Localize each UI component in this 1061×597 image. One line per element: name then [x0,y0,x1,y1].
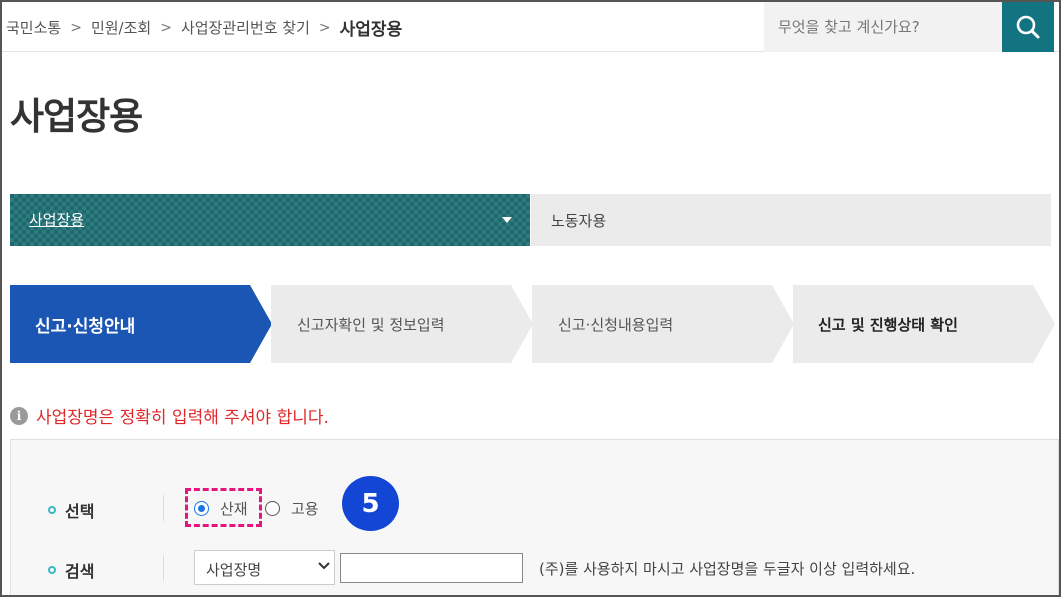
breadcrumb-item-home[interactable]: 국민소통 [6,17,61,38]
select-row-label-text: 선택 [65,502,95,521]
search-type-select[interactable]: 사업장명 [194,550,335,585]
tab-business-label: 사업장용 [29,211,85,229]
notice: i 사업장명은 정확히 입력해 주셔야 합니다. [10,403,329,428]
breadcrumb-separator: > [160,19,172,36]
page-frame: 국민소통 > 민원/조회 > 사업장관리번호 찾기 > 사업장용 사업장용 사업… [0,0,1061,597]
breadcrumb-separator: > [318,19,331,36]
tab-worker-label: 노동자용 [551,212,607,230]
radio-goyong-label[interactable]: 고용 [291,498,319,519]
step-2: 신고자확인 및 정보입력 [271,285,533,363]
highlight-box [185,488,262,527]
step-4: 신고 및 진행상태 확인 [793,285,1055,363]
step-4-label: 신고 및 진행상태 확인 [818,316,958,334]
info-icon: i [10,406,28,425]
bullet-icon [48,566,56,574]
tab-worker[interactable]: 노동자용 [531,194,1051,246]
divider [163,555,164,581]
select-row-label: 선택 [48,498,94,522]
breadcrumb-item-civil[interactable]: 민원/조회 [91,17,151,38]
search-row-label: 검색 [48,558,94,582]
chevron-down-icon [318,562,330,570]
notice-text: 사업장명은 정확히 입력해 주셔야 합니다. [36,408,329,428]
step-2-label: 신고자확인 및 정보입력 [297,316,445,334]
business-name-input[interactable] [340,553,523,583]
step-3-label: 신고·신청내용입력 [558,316,674,334]
radio-goyong[interactable] [265,501,280,516]
bullet-icon [48,506,56,514]
search-type-value: 사업장명 [206,561,262,579]
step-3: 신고·신청내용입력 [532,285,794,363]
search-row-label-text: 검색 [65,562,95,581]
search-box [764,2,1004,52]
breadcrumb: 국민소통 > 민원/조회 > 사업장관리번호 찾기 > 사업장용 [6,15,402,40]
breadcrumb-separator: > [70,19,82,36]
step-number-badge: 5 [342,476,399,531]
search-icon [1016,15,1040,39]
step-1-label: 신고·신청안내 [35,317,136,337]
breadcrumb-item-find-number[interactable]: 사업장관리번호 찾기 [181,17,310,38]
search-button[interactable] [1002,2,1054,52]
search-input[interactable] [764,2,1004,52]
page-title: 사업장용 [10,95,143,138]
caret-down-icon [502,217,512,223]
divider [163,495,164,521]
search-help-text: (주)를 사용하지 마시고 사업장명을 두글자 이상 입력하세요. [539,560,916,578]
tab-business[interactable]: 사업장용 [10,194,530,246]
step-1: 신고·신청안내 [10,285,272,363]
breadcrumb-current: 사업장용 [339,20,403,40]
